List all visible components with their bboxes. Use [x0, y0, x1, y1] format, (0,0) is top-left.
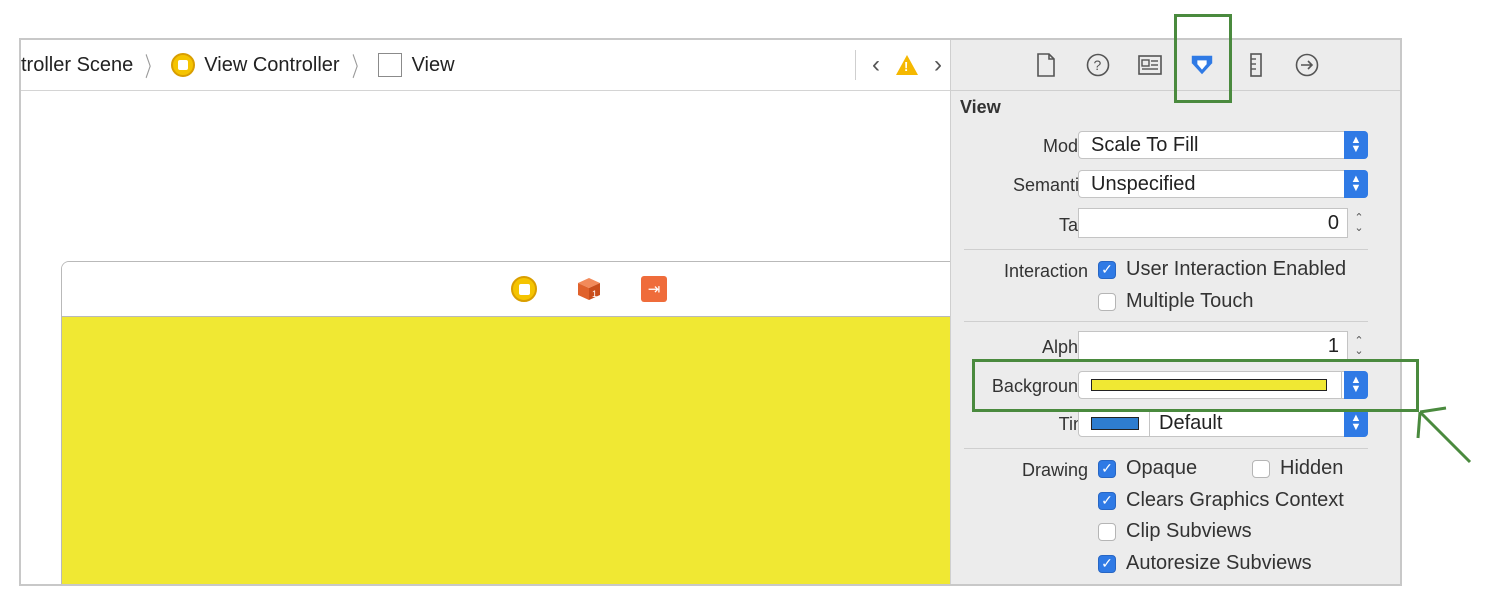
- breadcrumb-item-view-controller[interactable]: View Controller: [171, 53, 340, 77]
- breadcrumb-view-controller-label: View Controller: [204, 53, 340, 76]
- annotation-highlight-attributes-tab: [1174, 14, 1232, 103]
- file-inspector-icon[interactable]: [1033, 52, 1059, 78]
- tag-field[interactable]: 0: [1078, 208, 1348, 238]
- autoresize-subviews-checkbox[interactable]: ✓ Autoresize Subviews: [1098, 552, 1312, 575]
- divider: [964, 249, 1368, 250]
- section-title: View: [960, 97, 1001, 117]
- annotation-arrow-icon: [1416, 406, 1472, 464]
- first-responder-icon[interactable]: 1: [576, 276, 602, 302]
- issue-navigator-controls: ‹ ! ›: [855, 40, 950, 90]
- divider: [855, 50, 856, 80]
- svg-text:1: 1: [592, 289, 597, 299]
- divider: [1149, 410, 1150, 436]
- chevron-right-icon: 〉: [351, 51, 366, 82]
- alpha-stepper[interactable]: ⌃ ⌄: [1351, 331, 1367, 361]
- root-view[interactable]: [62, 317, 962, 584]
- hidden-checkbox[interactable]: Hidden: [1252, 457, 1343, 480]
- checkbox-checked-icon: ✓: [1098, 260, 1116, 279]
- breadcrumb-item-scene[interactable]: troller Scene: [21, 54, 133, 77]
- checkbox-unchecked-icon: [1252, 459, 1270, 478]
- semantic-popup[interactable]: Unspecified ▲ ▼: [1078, 170, 1368, 198]
- semantic-label: Semantic: [1012, 175, 1088, 195]
- exit-icon[interactable]: ⇥: [641, 276, 667, 302]
- connections-inspector-icon[interactable]: [1294, 52, 1320, 78]
- checkbox-checked-icon: ✓: [1098, 554, 1116, 573]
- checkbox-unchecked-icon: [1098, 292, 1116, 311]
- multiple-touch-checkbox[interactable]: Multiple Touch: [1098, 290, 1253, 313]
- annotation-highlight-background-row: [972, 359, 1419, 412]
- divider: [964, 321, 1368, 322]
- autoresize-subviews-label: Autoresize Subviews: [1126, 552, 1312, 574]
- clip-subviews-checkbox[interactable]: Clip Subviews: [1098, 520, 1252, 543]
- hidden-label: Hidden: [1280, 457, 1344, 479]
- breadcrumb-item-view[interactable]: View: [377, 53, 455, 77]
- interaction-label: Interaction: [1003, 261, 1088, 281]
- divider: [964, 448, 1368, 449]
- view-icon: [377, 53, 402, 77]
- multiple-touch-label: Multiple Touch: [1126, 290, 1254, 312]
- clears-graphics-context-label: Clears Graphics Context: [1126, 489, 1344, 511]
- mode-popup[interactable]: Scale To Fill ▲ ▼: [1078, 131, 1368, 159]
- scene-dock: 1 ⇥: [62, 262, 962, 317]
- warning-icon[interactable]: !: [896, 55, 918, 75]
- semantic-value: Unspecified: [1091, 173, 1196, 195]
- identity-inspector-icon[interactable]: [1137, 52, 1163, 78]
- breadcrumb-view-label: View: [411, 53, 455, 76]
- checkbox-unchecked-icon: [1098, 522, 1116, 541]
- user-interaction-enabled-label: User Interaction Enabled: [1126, 258, 1347, 280]
- chevron-right-icon[interactable]: ›: [926, 51, 950, 79]
- opaque-checkbox[interactable]: ✓ Opaque: [1098, 457, 1197, 480]
- alpha-field[interactable]: 1: [1078, 331, 1348, 361]
- popup-arrows-icon: ▲ ▼: [1344, 131, 1368, 159]
- clears-graphics-context-checkbox[interactable]: ✓ Clears Graphics Context: [1098, 489, 1344, 512]
- storyboard-canvas[interactable]: 1 ⇥: [21, 91, 963, 584]
- drawing-label: Drawing: [1021, 460, 1088, 480]
- view-controller-icon: [171, 53, 196, 77]
- user-interaction-enabled-checkbox[interactable]: ✓ User Interaction Enabled: [1098, 258, 1346, 281]
- checkbox-checked-icon: ✓: [1098, 459, 1116, 478]
- svg-text:?: ?: [1094, 57, 1102, 73]
- checkbox-checked-icon: ✓: [1098, 491, 1116, 510]
- tint-color-swatch: [1091, 417, 1139, 430]
- size-inspector-icon[interactable]: [1243, 52, 1269, 78]
- view-controller-scene[interactable]: 1 ⇥: [61, 261, 963, 584]
- jump-bar: troller Scene 〉 View Controller 〉 View ‹…: [21, 40, 950, 91]
- breadcrumb: troller Scene 〉 View Controller 〉 View: [21, 40, 455, 90]
- popup-arrows-icon: ▲ ▼: [1344, 170, 1368, 198]
- opaque-label: Opaque: [1126, 457, 1198, 479]
- clip-subviews-label: Clip Subviews: [1126, 520, 1252, 542]
- tint-color-popup[interactable]: Default ▲ ▼: [1078, 409, 1368, 437]
- quick-help-icon[interactable]: ?: [1085, 52, 1111, 78]
- tint-value: Default: [1159, 412, 1223, 434]
- popup-arrows-icon: ▲ ▼: [1344, 409, 1368, 437]
- chevron-left-icon[interactable]: ‹: [864, 51, 888, 79]
- chevron-right-icon: 〉: [145, 51, 160, 82]
- view-controller-icon[interactable]: [511, 276, 537, 302]
- breadcrumb-scene-label: troller Scene: [21, 53, 134, 76]
- mode-value: Scale To Fill: [1091, 134, 1199, 156]
- tag-stepper[interactable]: ⌃ ⌄: [1351, 208, 1367, 238]
